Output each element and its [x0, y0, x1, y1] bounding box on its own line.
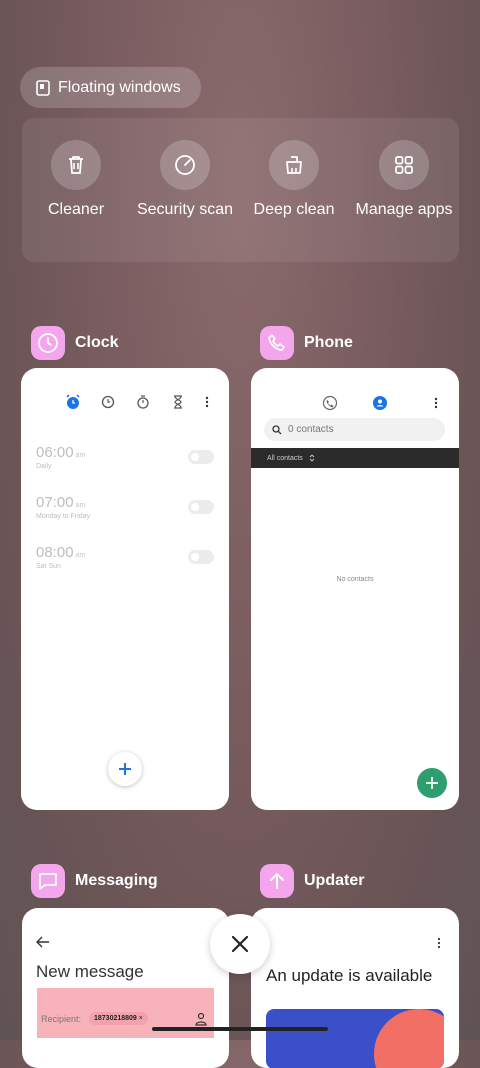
clock-app-name: Clock — [75, 334, 119, 351]
close-icon — [231, 935, 249, 953]
recipient-number: 18730218809 — [94, 1015, 137, 1022]
chip-remove-icon[interactable]: × — [139, 1015, 143, 1022]
contacts-icon[interactable] — [372, 395, 388, 411]
quick-actions-panel: Cleaner Security scan Deep clean Manage … — [22, 118, 459, 262]
clock-tabs — [21, 394, 229, 410]
arrow-up-icon — [270, 873, 284, 889]
alarm-days: Monday to Friday — [36, 513, 91, 520]
alarm-ampm: am — [75, 552, 86, 559]
alarm-ampm: am — [75, 452, 86, 459]
shield-scan-icon — [175, 155, 195, 175]
plus-icon — [119, 763, 131, 775]
phone-icon — [268, 334, 285, 351]
contact-picker-icon[interactable] — [195, 1012, 207, 1026]
filter-label: All contacts — [267, 454, 303, 462]
phone-app-name: Phone — [304, 334, 353, 351]
floating-window-icon — [36, 79, 50, 96]
security-scan-label: Security scan — [136, 201, 234, 218]
timer-icon[interactable] — [170, 394, 186, 410]
alarm-time: 07:00 — [36, 494, 74, 511]
alarm-toggle[interactable] — [188, 550, 214, 564]
add-contact-button[interactable] — [417, 768, 447, 798]
floating-windows-button[interactable]: Floating windows — [20, 67, 201, 108]
stopwatch-icon[interactable] — [135, 394, 151, 410]
alarm-days: Sat Sun — [36, 563, 61, 570]
messaging-app-card[interactable]: New message Recipient: 18730218809 × — [22, 908, 229, 1068]
call-log-icon[interactable] — [322, 395, 338, 411]
more-icon[interactable] — [428, 395, 444, 411]
cleaner-button[interactable]: Cleaner — [21, 140, 131, 220]
phone-app-card[interactable]: 0 contacts All contacts No contacts — [251, 368, 459, 810]
manage-apps-label: Manage apps — [355, 201, 453, 218]
home-indicator[interactable] — [152, 1027, 328, 1031]
manage-apps-button[interactable]: Manage apps — [349, 140, 459, 220]
new-message-title: New message — [36, 962, 144, 981]
alarm-time: 06:00 — [36, 444, 74, 461]
messaging-app-icon — [31, 864, 65, 898]
security-scan-button[interactable]: Security scan — [130, 140, 240, 220]
contacts-search-input[interactable]: 0 contacts — [264, 418, 445, 441]
deep-clean-label: Deep clean — [253, 201, 335, 218]
recipient-label: Recipient: — [41, 1014, 82, 1024]
update-title: An update is available — [266, 966, 433, 985]
recipient-chip[interactable]: 18730218809 × — [89, 1012, 148, 1025]
trash-icon — [69, 156, 83, 174]
updater-app-header[interactable]: Updater — [260, 864, 364, 898]
clock-app-card[interactable]: 06:00 am Daily 07:00 am Monday to Friday 0… — [21, 368, 229, 810]
world-clock-icon[interactable] — [100, 394, 116, 410]
floating-windows-label: Floating windows — [58, 78, 181, 96]
update-banner-image — [266, 1009, 444, 1068]
clock-app-icon — [31, 326, 65, 360]
plus-icon — [426, 777, 438, 789]
updater-app-icon — [260, 864, 294, 898]
clock-icon — [38, 333, 58, 353]
broom-icon — [286, 156, 302, 174]
back-arrow-icon[interactable] — [36, 936, 50, 948]
cleaner-label: Cleaner — [47, 201, 105, 218]
grid-icon — [395, 156, 413, 174]
messaging-app-name: Messaging — [75, 872, 158, 889]
messaging-app-header[interactable]: Messaging — [31, 864, 158, 898]
phone-app-header[interactable]: Phone — [260, 326, 353, 360]
updater-app-card[interactable]: An update is available — [251, 908, 459, 1068]
more-icon[interactable] — [433, 936, 445, 950]
alarm-icon[interactable] — [65, 394, 81, 410]
alarm-toggle[interactable] — [188, 450, 214, 464]
contacts-filter-bar[interactable]: All contacts — [251, 448, 459, 468]
alarm-ampm: am — [75, 502, 86, 509]
phone-app-icon — [260, 326, 294, 360]
clock-app-header[interactable]: Clock — [31, 326, 119, 360]
add-alarm-button[interactable] — [108, 752, 142, 786]
alarm-days: Daily — [36, 463, 52, 470]
empty-state-text: No contacts — [336, 576, 374, 583]
alarm-toggle[interactable] — [188, 500, 214, 514]
search-placeholder: 0 contacts — [288, 424, 334, 435]
sort-icon — [309, 454, 315, 462]
deep-clean-button[interactable]: Deep clean — [239, 140, 349, 220]
close-all-button[interactable] — [210, 914, 270, 974]
message-icon — [39, 873, 57, 890]
more-icon[interactable] — [199, 394, 215, 410]
search-icon — [272, 424, 282, 434]
alarm-time: 08:00 — [36, 544, 74, 561]
updater-app-name: Updater — [304, 872, 365, 889]
